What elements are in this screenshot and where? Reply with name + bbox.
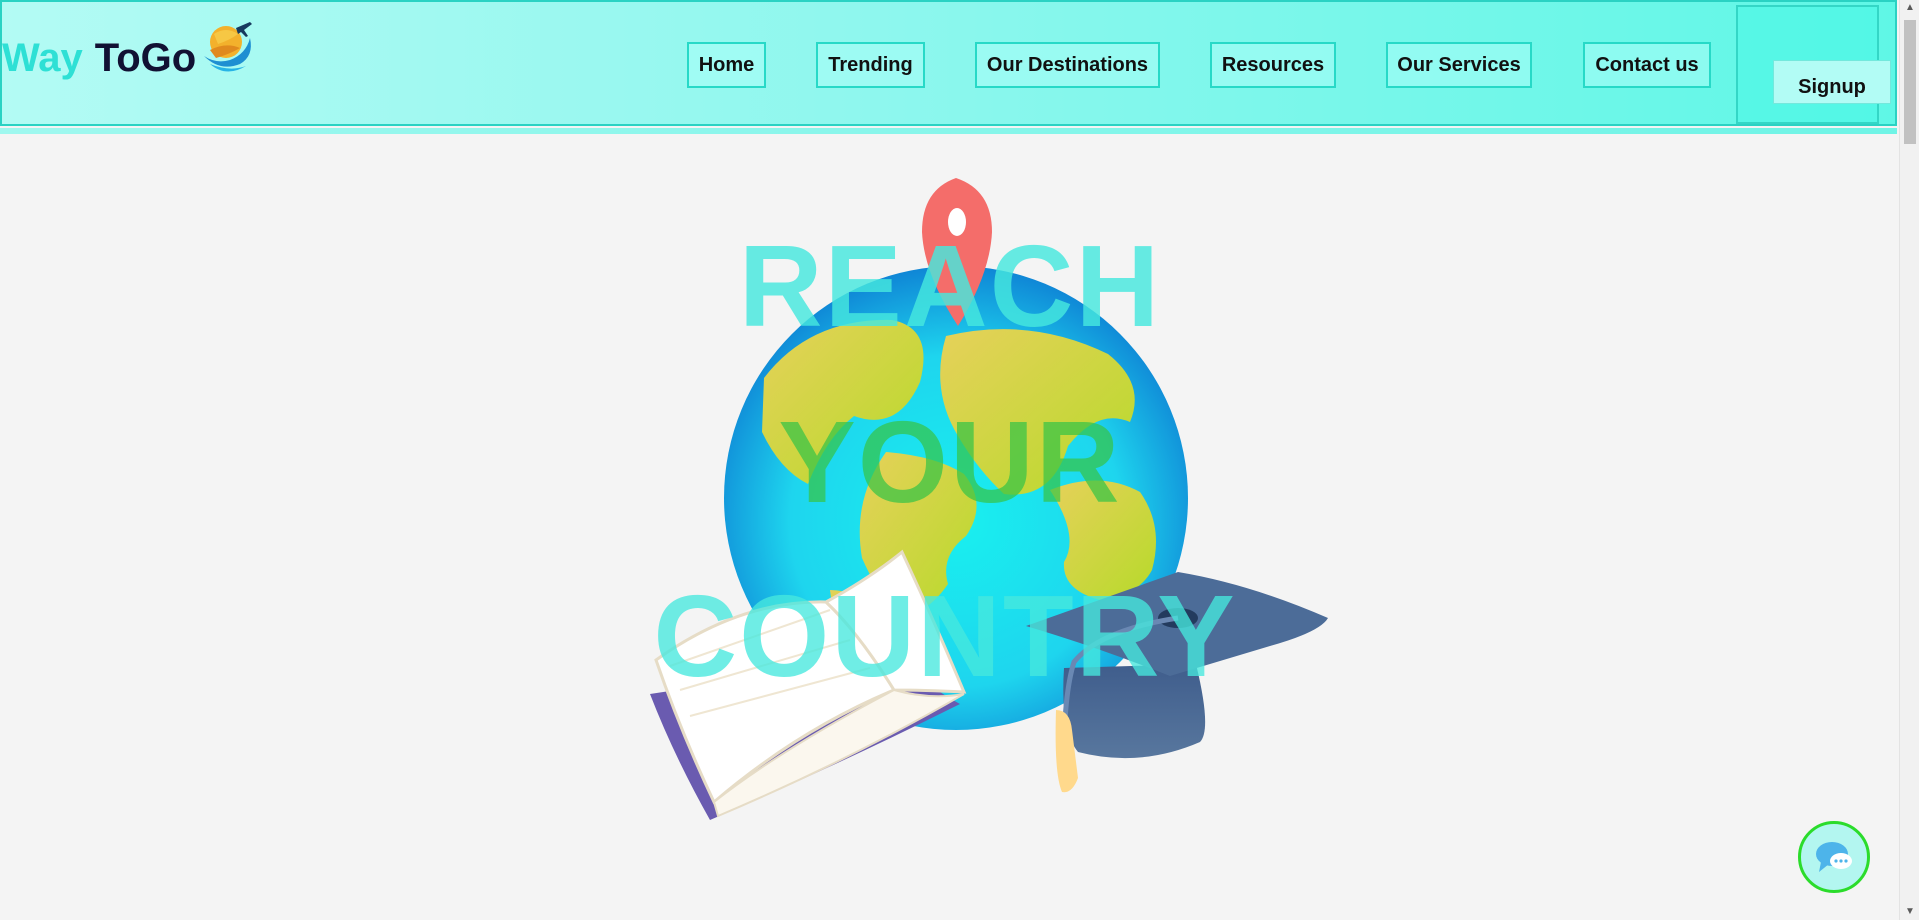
nav-home[interactable]: Home (687, 42, 766, 88)
brand-word-way: Way (2, 36, 83, 80)
scroll-down-arrow-icon[interactable]: ▼ (1900, 904, 1919, 920)
hero-title-line-2: YOUR (778, 397, 1122, 527)
vertical-scrollbar[interactable]: ▲ ▼ (1899, 0, 1919, 920)
chat-bubble-icon (1816, 842, 1852, 872)
signup-button[interactable]: Signup (1773, 60, 1891, 104)
nav-contact-us[interactable]: Contact us (1583, 42, 1711, 88)
nav-resources[interactable]: Resources (1210, 42, 1336, 88)
brand-word-togo: ToGo (94, 36, 197, 80)
nav-trending[interactable]: Trending (816, 42, 925, 88)
chat-button[interactable] (1798, 821, 1870, 893)
brand-logo[interactable]: Way ToGo (2, 38, 196, 78)
page: Way ToGo Home Trending Our Destinations R… (0, 0, 1919, 920)
plane-globe-logo-icon (204, 22, 252, 72)
nav-our-destinations[interactable]: Our Destinations (975, 42, 1160, 88)
hero-title-line-1: REACH (738, 221, 1162, 351)
header-divider (0, 128, 1897, 134)
nav-our-services[interactable]: Our Services (1386, 42, 1532, 88)
hero-title-line-3: COUNTRY (653, 571, 1237, 701)
scroll-up-arrow-icon[interactable]: ▲ (1900, 0, 1919, 16)
scrollbar-thumb[interactable] (1904, 20, 1916, 144)
